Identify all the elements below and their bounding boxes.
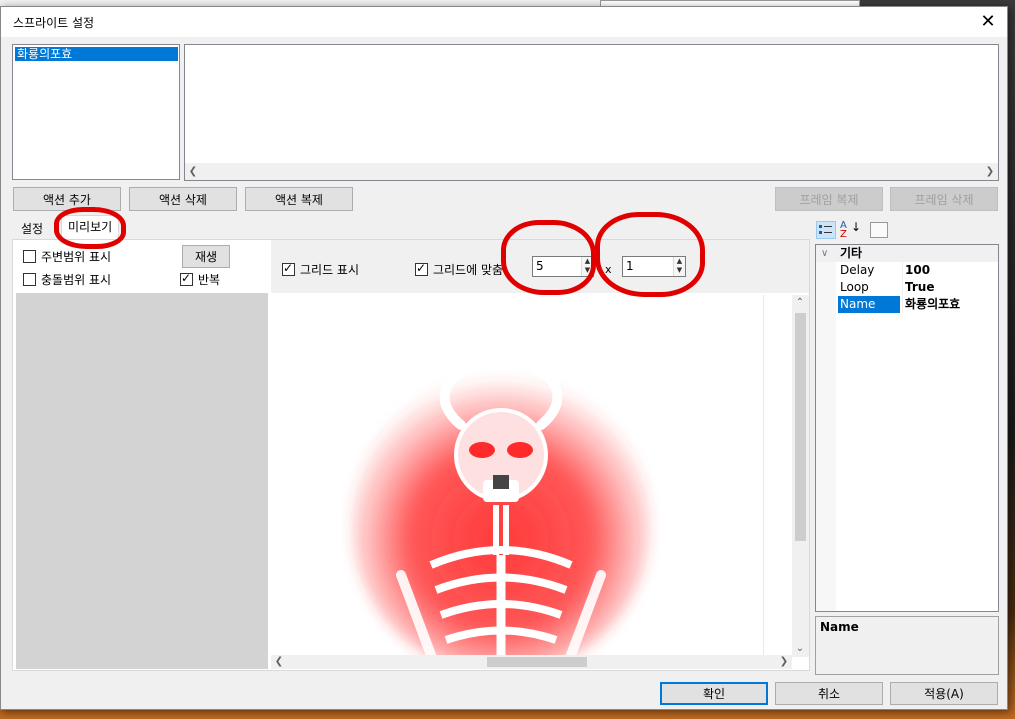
show-collision-checkbox[interactable] — [23, 273, 36, 286]
scroll-right-icon[interactable]: ❯ — [982, 164, 998, 180]
property-category[interactable]: ∨ 기타 — [816, 245, 998, 262]
description-title: Name — [820, 620, 859, 634]
skeleton-sprite-image — [351, 365, 651, 657]
annotation-circle-cols — [501, 220, 596, 295]
frame-list[interactable]: ❮ ❯ — [184, 44, 999, 181]
tab-settings[interactable]: 설정 — [15, 218, 49, 240]
repeat-label: 반복 — [198, 273, 221, 287]
cancel-button[interactable]: 취소 — [775, 682, 883, 705]
sprite-settings-dialog: 스프라이트 설정 ✕ 화룡의포효 ❮ ❯ 액션 추가 액션 삭제 액션 복제 프… — [0, 6, 1008, 710]
property-value[interactable]: 화룡의포효 — [902, 296, 998, 313]
play-button[interactable]: 재생 — [182, 245, 230, 268]
fit-grid-option[interactable]: 그리드에 맞춤 — [415, 261, 503, 278]
property-key: Delay — [840, 263, 875, 277]
property-row-loop[interactable]: Loop True — [816, 279, 998, 296]
annotation-circle-rows — [595, 212, 705, 297]
title-bar: 스프라이트 설정 ✕ — [1, 7, 1007, 37]
frame-info-area — [16, 293, 268, 669]
show-grid-option[interactable]: 그리드 표시 — [282, 261, 359, 278]
duplicate-action-button[interactable]: 액션 복제 — [245, 187, 353, 211]
scroll-down-icon[interactable]: ⌄ — [792, 641, 808, 657]
show-grid-checkbox[interactable] — [282, 261, 295, 276]
fit-grid-label: 그리드에 맞춤 — [433, 263, 504, 277]
repeat-checkbox[interactable] — [180, 271, 193, 286]
categorized-icon[interactable] — [816, 221, 836, 239]
property-grid-margin — [816, 245, 836, 611]
scroll-right-icon[interactable]: ❯ — [776, 654, 792, 670]
duplicate-frame-button[interactable]: 프레임 복제 — [775, 187, 883, 211]
preview-vscrollbar[interactable]: ⌃ ⌄ — [792, 295, 809, 657]
sort-az-icon[interactable]: A Z ↓ — [840, 221, 861, 240]
show-collision-option[interactable]: 충돌범위 표시 — [23, 271, 111, 288]
apply-button[interactable]: 적용(A) — [890, 682, 998, 705]
property-key: Loop — [840, 280, 869, 294]
property-row-delay[interactable]: Delay 100 — [816, 262, 998, 279]
delete-frame-button[interactable]: 프레임 삭제 — [890, 187, 998, 211]
property-key: Name — [838, 296, 900, 313]
show-surround-label: 주변범위 표시 — [41, 250, 112, 264]
preview-hscrollbar[interactable]: ❮ ❯ — [271, 655, 792, 669]
property-pages-icon[interactable] — [870, 222, 888, 238]
fit-grid-checkbox[interactable] — [415, 261, 428, 276]
ok-button[interactable]: 확인 — [660, 682, 768, 705]
preview-tab-panel: 주변범위 표시 충돌범위 표시 재생 반복 그리드 표시 그리드에 맞춤 5 — [12, 239, 810, 671]
scroll-left-icon[interactable]: ❮ — [185, 164, 201, 180]
vscroll-thumb[interactable] — [795, 313, 806, 541]
show-collision-label: 충돌범위 표시 — [41, 273, 112, 287]
delete-action-button[interactable]: 액션 삭제 — [129, 187, 237, 211]
show-surround-checkbox[interactable] — [23, 250, 36, 263]
property-description: Name — [815, 616, 999, 675]
repeat-option[interactable]: 반복 — [180, 271, 220, 288]
preview-canvas[interactable]: ⌃ ⌄ ❮ ❯ — [271, 295, 809, 669]
property-value[interactable]: 100 — [902, 262, 998, 279]
scroll-left-icon[interactable]: ❮ — [271, 654, 287, 670]
hscroll-thumb[interactable] — [487, 657, 587, 667]
show-grid-label: 그리드 표시 — [300, 263, 360, 277]
property-value[interactable]: True — [902, 279, 998, 296]
dialog-title: 스프라이트 설정 — [13, 16, 95, 30]
show-surround-option[interactable]: 주변범위 표시 — [23, 248, 111, 265]
scroll-up-icon[interactable]: ⌃ — [792, 295, 808, 311]
category-label: 기타 — [840, 246, 863, 260]
annotation-circle-preview-tab — [54, 207, 126, 249]
property-row-name[interactable]: Name 화룡의포효 — [816, 296, 998, 313]
sprite-list-item[interactable]: 화룡의포효 — [15, 47, 178, 61]
property-grid[interactable]: ∨ 기타 Delay 100 Loop True Name 화룡의포효 — [815, 244, 999, 612]
sprite-list[interactable]: 화룡의포효 — [12, 44, 180, 180]
close-icon[interactable]: ✕ — [975, 9, 1001, 35]
frame-list-hscrollbar[interactable]: ❮ ❯ — [185, 163, 998, 180]
